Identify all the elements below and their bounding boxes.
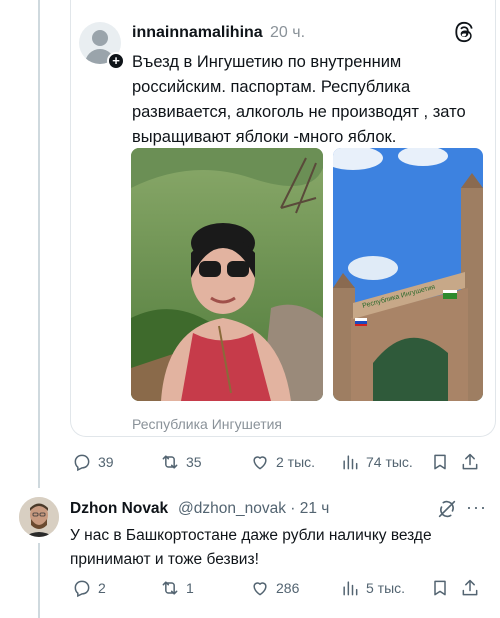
- reply-avatar[interactable]: [19, 497, 59, 537]
- quoted-username[interactable]: innainnamalihina: [132, 24, 263, 42]
- threads-logo-icon: [455, 21, 473, 43]
- reply-icon: [74, 580, 90, 598]
- quoted-post-card[interactable]: + innainnamalihina 20 ч. Въезд в Ингушет…: [70, 0, 496, 437]
- repost-icon: [162, 581, 178, 595]
- bookmark-icon: [434, 454, 446, 470]
- reply-author-name[interactable]: Dzhon Novak: [70, 500, 168, 518]
- quoted-action-bar: 39 35 2 тыс. 74 тыс.: [0, 452, 500, 474]
- views-icon: [343, 581, 358, 596]
- share-button[interactable]: [460, 452, 480, 472]
- share-icon: [462, 453, 478, 470]
- repost-count: 1: [186, 580, 194, 596]
- views-button[interactable]: 5 тыс.: [340, 578, 405, 598]
- views-count: 5 тыс.: [366, 580, 406, 596]
- like-button[interactable]: 2 тыс.: [250, 452, 315, 472]
- quoted-post-text: Въезд в Ингушетию по внутренним российск…: [132, 53, 466, 146]
- reply-button[interactable]: 39: [72, 452, 114, 472]
- views-count: 74 тыс.: [366, 454, 413, 470]
- bookmark-button[interactable]: [430, 452, 450, 472]
- bookmark-icon: [434, 580, 446, 596]
- reply-count: 2: [98, 580, 106, 596]
- share-button[interactable]: [460, 578, 480, 598]
- repost-button[interactable]: 35: [160, 452, 202, 472]
- share-icon: [462, 579, 478, 596]
- like-button[interactable]: 286: [250, 578, 299, 598]
- views-button[interactable]: 74 тыс.: [340, 452, 413, 472]
- grok-icon[interactable]: [436, 498, 458, 520]
- repost-button[interactable]: 1: [160, 578, 194, 598]
- reply-text: У нас в Башкортостане даже рубли наличку…: [70, 527, 432, 568]
- like-icon: [253, 582, 267, 596]
- reply-button[interactable]: 2: [72, 578, 106, 598]
- reply-icon: [74, 454, 90, 472]
- like-count: 2 тыс.: [276, 454, 316, 470]
- views-icon: [343, 455, 358, 470]
- selfie-photo[interactable]: [131, 148, 323, 401]
- location-label[interactable]: Республика Ингушетия: [132, 416, 282, 432]
- thread-line: [38, 0, 40, 488]
- reply-action-bar: 2 1 286 5 тыс.: [0, 578, 500, 600]
- repost-count: 35: [186, 454, 202, 470]
- repost-icon: [162, 455, 178, 469]
- add-icon[interactable]: +: [107, 52, 125, 70]
- quoted-time: 20 ч.: [270, 24, 306, 41]
- more-icon[interactable]: ···: [466, 497, 487, 518]
- like-icon: [253, 456, 267, 470]
- reply-handle-time[interactable]: @dzhon_novak · 21 ч: [178, 500, 329, 518]
- like-count: 286: [276, 580, 300, 596]
- reply-count: 39: [98, 454, 114, 470]
- bookmark-button[interactable]: [430, 578, 450, 598]
- gate-photo[interactable]: Республика Ингушетия: [333, 148, 483, 401]
